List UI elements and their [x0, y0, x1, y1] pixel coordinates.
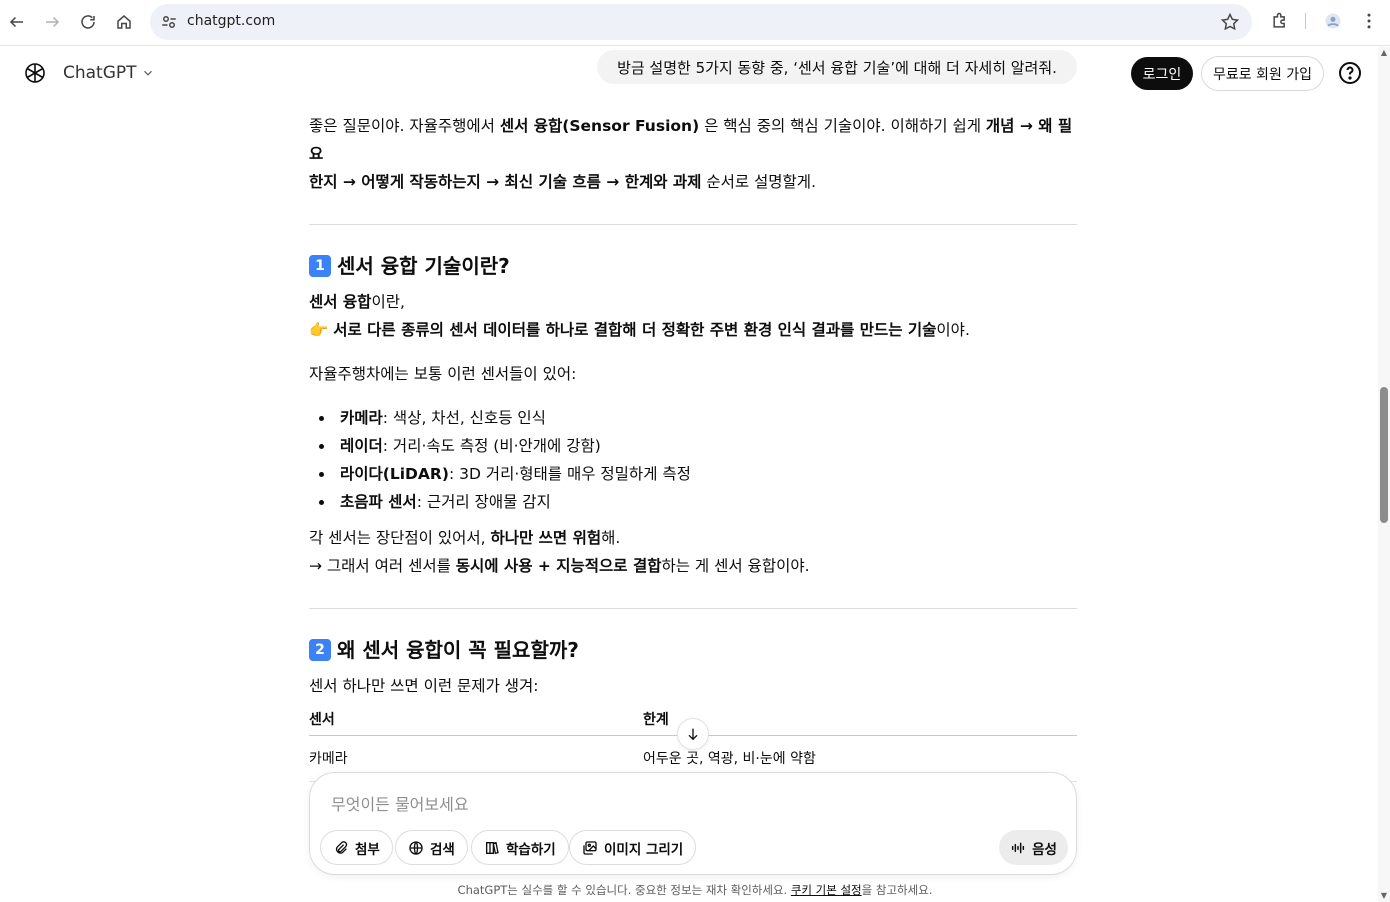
- image-icon: [583, 840, 597, 855]
- arrow-right-icon: [46, 16, 60, 28]
- home-button[interactable]: [109, 8, 139, 36]
- prompt-input[interactable]: 무엇이든 물어보세요: [331, 791, 469, 815]
- model-name-label: ChatGPT: [63, 63, 137, 83]
- assistant-response: 좋은 질문이야. 자율주행에서 센서 융합(Sensor Fusion) 은 핵…: [309, 112, 1077, 782]
- help-icon[interactable]: [1338, 61, 1362, 85]
- section-1-heading: 1 센서 융합 기술이란?: [309, 252, 1077, 280]
- home-icon: [117, 15, 131, 29]
- voice-button[interactable]: 음성: [999, 830, 1068, 865]
- waveform-icon: [1012, 842, 1025, 853]
- chevron-down-icon: [143, 70, 152, 76]
- pointing-hand-icon: 👉: [309, 321, 329, 339]
- page-scrollbar[interactable]: ▲ ▼: [1378, 47, 1390, 902]
- scroll-to-bottom-button[interactable]: [677, 718, 709, 750]
- more-vertical-icon: [1367, 13, 1371, 29]
- extensions-button[interactable]: [1268, 9, 1292, 33]
- attach-button[interactable]: 첨부: [320, 830, 393, 865]
- login-button[interactable]: 로그인: [1131, 57, 1193, 90]
- list-item: 초음파 센서: 근거리 장애물 감지: [317, 488, 1077, 516]
- search-button[interactable]: 검색: [395, 830, 468, 865]
- note-line-1: 각 센서는 장단점이 있어서, 하나만 쓰면 위험해.: [309, 529, 621, 547]
- scroll-up-arrow-icon[interactable]: ▲: [1380, 49, 1388, 57]
- cookie-settings-link[interactable]: 쿠키 기본 설정: [791, 883, 862, 897]
- keycap-1-icon: 1: [309, 255, 331, 277]
- scrollbar-thumb[interactable]: [1380, 387, 1388, 523]
- arrow-down-icon: [688, 728, 698, 741]
- list-item: 레이더: 거리·속도 측정 (비·안개에 강함): [317, 432, 1077, 460]
- reload-button[interactable]: [73, 8, 103, 36]
- browser-menu-button[interactable]: [1357, 9, 1381, 33]
- section-2-intro: 센서 하나만 쓰면 이런 문제가 생겨:: [309, 677, 539, 695]
- toolbar-divider: [1305, 13, 1306, 29]
- user-message-bubble: 방금 설명한 5가지 동향 중, ‘센서 융합 기술’에 대해 더 자세히 알려…: [597, 50, 1077, 84]
- bookmark-star-icon[interactable]: [1220, 12, 1240, 32]
- openai-logo-icon[interactable]: [23, 61, 47, 85]
- intro-paragraph: 좋은 질문이야. 자율주행에서 센서 융합(Sensor Fusion) 은 핵…: [309, 117, 1073, 191]
- table-cell: 카메라: [309, 750, 348, 767]
- globe-icon: [409, 840, 423, 855]
- note-line-2: → 그래서 여러 센서를 동시에 사용 + 지능적으로 결합하는 게 센서 융합…: [309, 557, 810, 575]
- definition-line: 센서 융합이란,: [309, 293, 405, 311]
- profile-avatar-icon: [1325, 13, 1341, 29]
- scroll-down-arrow-icon[interactable]: ▼: [1380, 892, 1388, 900]
- study-button[interactable]: 학습하기: [471, 830, 569, 865]
- reload-icon: [81, 15, 95, 29]
- back-button[interactable]: [2, 8, 32, 36]
- list-item: 카메라: 색상, 차선, 신호등 인식: [317, 404, 1077, 432]
- keycap-2-icon: 2: [309, 639, 331, 661]
- profile-button[interactable]: [1321, 9, 1345, 33]
- signup-button[interactable]: 무료로 회원 가입: [1201, 56, 1324, 91]
- book-icon: [486, 841, 499, 854]
- address-bar[interactable]: chatgpt.com: [150, 4, 1252, 40]
- section-2-heading: 2 왜 센서 융합이 꼭 필요할까?: [309, 636, 1077, 664]
- forward-button[interactable]: [37, 8, 67, 36]
- app-header: ChatGPT 방금 설명한 5가지 동향 중, ‘센서 융합 기술’에 대해 …: [0, 47, 1390, 99]
- model-selector[interactable]: ChatGPT: [63, 63, 155, 83]
- definition-point: 👉 서로 다른 종류의 센서 데이터를 하나로 결합해 더 정확한 주변 환경 …: [309, 321, 970, 339]
- table-cell: 어두운 곳, 역광, 비·눈에 약함: [643, 750, 816, 767]
- disclaimer: ChatGPT는 실수를 할 수 있습니다. 중요한 정보는 재차 확인하세요.…: [457, 883, 933, 897]
- list-item: 라이다(LiDAR): 3D 거리·형태를 매우 정밀하게 측정: [317, 460, 1077, 488]
- site-settings-icon[interactable]: [160, 13, 178, 31]
- table-header-cell: 센서: [309, 711, 335, 728]
- url-text[interactable]: chatgpt.com: [187, 13, 275, 29]
- sensor-list: 카메라: 색상, 차선, 신호등 인식 레이더: 거리·속도 측정 (비·안개에…: [309, 404, 1077, 516]
- message-composer[interactable]: 무엇이든 물어보세요 첨부 검색 학습하기 이미지 그리기 음성: [309, 772, 1077, 875]
- paperclip-icon: [335, 840, 348, 854]
- puzzle-icon: [1273, 12, 1285, 28]
- browser-toolbar: chatgpt.com: [0, 0, 1390, 46]
- sensors-intro: 자율주행차에는 보통 이런 센서들이 있어:: [309, 365, 577, 383]
- draw-image-button[interactable]: 이미지 그리기: [569, 830, 697, 865]
- arrow-left-icon: [9, 16, 23, 28]
